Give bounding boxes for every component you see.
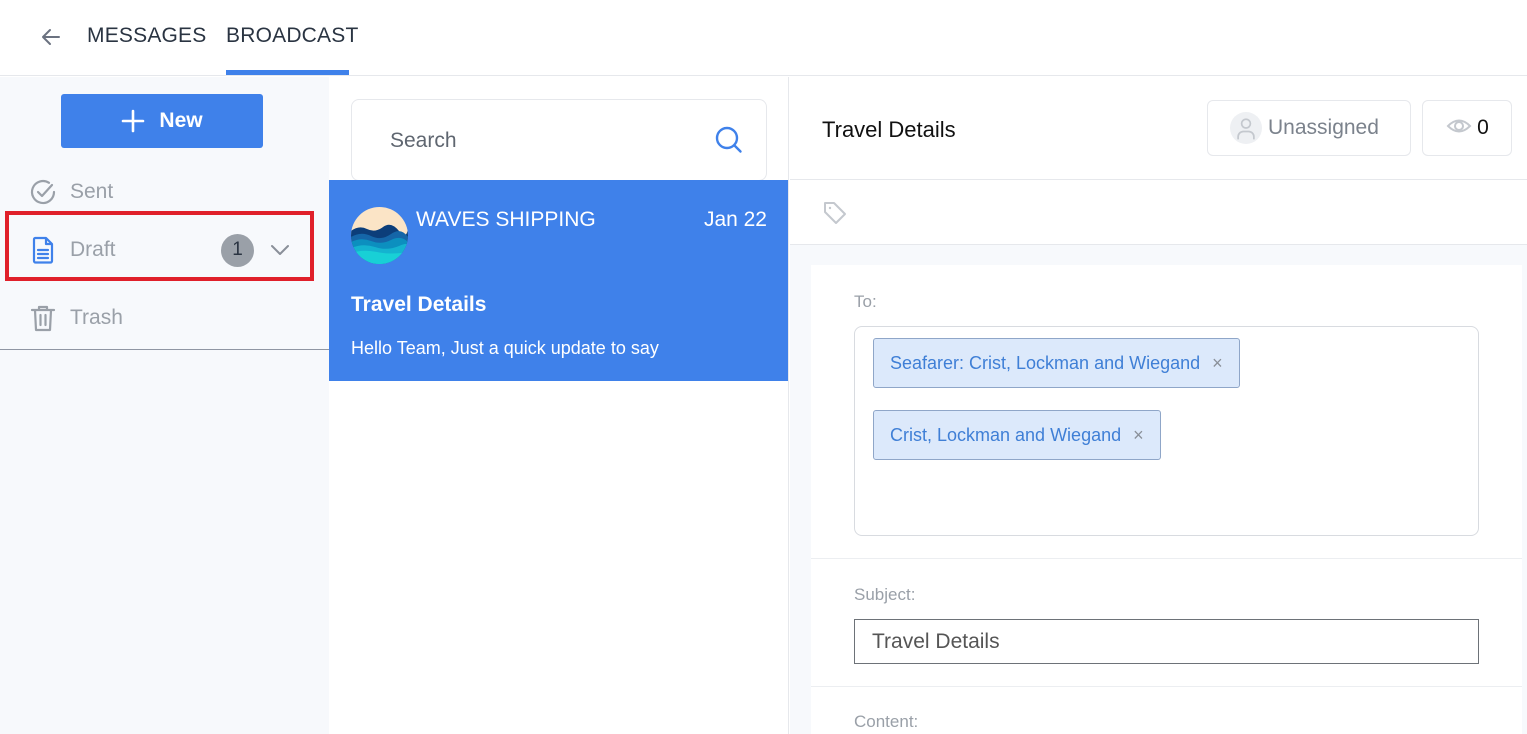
sidebar-item-draft[interactable]: Draft 1 — [0, 225, 329, 275]
arrow-left-icon — [42, 29, 60, 45]
draft-count-badge: 1 — [221, 233, 254, 267]
tab-messages[interactable]: MESSAGES — [87, 24, 206, 48]
to-label: To: — [854, 292, 877, 311]
chevron-down-icon[interactable] — [268, 238, 292, 262]
subject-input[interactable] — [854, 619, 1479, 664]
recipient-chip-label: Seafarer: Crist, Lockman and Wiegand — [890, 352, 1201, 373]
message-subject: Travel Details — [351, 293, 487, 316]
recipient-chip: Crist, Lockman and Wiegand × — [873, 410, 1161, 460]
sidebar-item-label: Sent — [70, 180, 114, 203]
message-list-item[interactable]: WAVES SHIPPING Jan 22 Travel Details Hel… — [329, 180, 788, 381]
recipient-chip-label: Crist, Lockman and Wiegand — [890, 424, 1122, 445]
close-icon[interactable]: × — [1133, 425, 1144, 446]
views-button[interactable]: 0 — [1422, 100, 1512, 156]
recipients-field[interactable]: Seafarer: Crist, Lockman and Wiegand × C… — [854, 326, 1479, 536]
search-icon[interactable] — [714, 125, 744, 155]
plus-icon — [122, 109, 145, 133]
document-icon — [27, 234, 59, 266]
form-divider — [811, 558, 1522, 559]
message-detail-panel: Travel Details Unassigned 0 To: Seafarer… — [790, 77, 1527, 734]
subject-label: Subject: — [854, 585, 916, 604]
sidebar-item-label: Trash — [70, 306, 123, 329]
tag-row — [790, 180, 1527, 245]
search-input[interactable] — [390, 126, 690, 156]
views-count: 0 — [1477, 116, 1489, 139]
message-list-panel: WAVES SHIPPING Jan 22 Travel Details Hel… — [329, 77, 789, 734]
back-button[interactable] — [38, 24, 64, 50]
sidebar-divider — [0, 349, 329, 350]
recipient-chip: Seafarer: Crist, Lockman and Wiegand × — [873, 338, 1240, 388]
new-broadcast-button[interactable]: New — [61, 94, 263, 148]
user-icon — [1230, 112, 1262, 144]
detail-header: Travel Details Unassigned 0 — [790, 77, 1527, 180]
eye-icon — [1445, 112, 1473, 145]
search-box — [351, 99, 767, 181]
sender-avatar — [351, 207, 408, 264]
active-tab-indicator — [226, 70, 349, 75]
content-label: Content: — [854, 712, 919, 731]
message-preview: Hello Team, Just a quick update to say — [351, 338, 659, 358]
trash-icon — [27, 302, 59, 334]
new-button-label: New — [159, 109, 203, 132]
tab-broadcast[interactable]: BROADCAST — [226, 24, 359, 48]
tag-icon[interactable] — [822, 200, 848, 226]
check-circle-icon — [27, 176, 59, 208]
broadcast-form: To: Seafarer: Crist, Lockman and Wiegand… — [811, 265, 1522, 734]
sidebar-item-label: Draft — [70, 238, 116, 261]
sidebar-item-sent[interactable]: Sent — [0, 167, 329, 217]
message-date: Jan 22 — [703, 208, 767, 231]
detail-title: Travel Details — [822, 117, 956, 142]
sidebar-item-trash[interactable]: Trash — [0, 293, 329, 343]
form-divider — [811, 686, 1522, 687]
assignee-button[interactable]: Unassigned — [1207, 100, 1411, 156]
top-navigation: MESSAGES BROADCAST — [0, 0, 1527, 76]
folder-sidebar: New Sent Draft 1 Trash — [0, 77, 329, 734]
waves-logo-icon — [351, 207, 408, 264]
close-icon[interactable]: × — [1212, 353, 1223, 374]
message-sender: WAVES SHIPPING — [416, 208, 596, 231]
assignee-label: Unassigned — [1268, 116, 1379, 139]
